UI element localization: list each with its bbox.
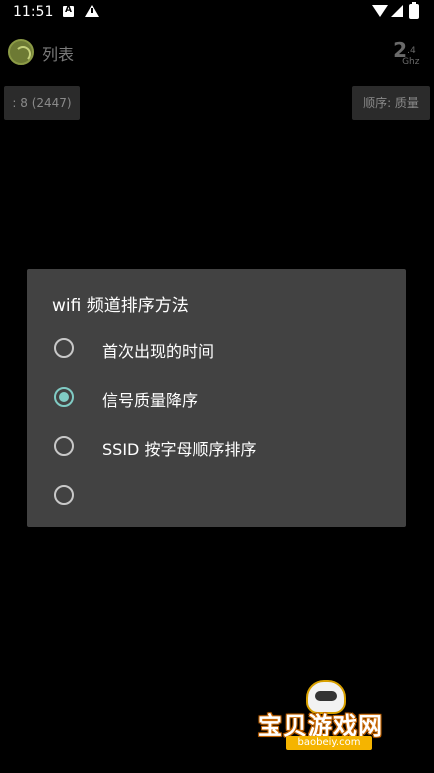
- option-label: 信号质量降序: [102, 391, 199, 410]
- band-unit: Ghz: [402, 57, 420, 67]
- watermark-url: baobeiy.com: [286, 736, 372, 750]
- band-toggle[interactable]: 2 .4 Ghz: [393, 38, 419, 67]
- a-notification-icon: A: [63, 5, 74, 17]
- band-decimal: .4: [407, 46, 416, 56]
- warning-icon-mark: [91, 8, 93, 13]
- status-time: 11:51: [13, 4, 54, 20]
- wifi-icon: [372, 5, 388, 17]
- page-title: 列表: [42, 45, 75, 64]
- option-label: 首次出现的时间: [102, 342, 215, 361]
- sort-method-dialog: wifi 频道排序方法 首次出现的时间 信号质量降序 SSID 按字母顺序排序: [27, 269, 406, 527]
- dialog-title: wifi 频道排序方法: [52, 296, 189, 316]
- network-count-button[interactable]: : 8 (2447): [4, 86, 80, 120]
- sort-order-button[interactable]: 顺序: 质量: [352, 86, 430, 120]
- battery-icon: [409, 2, 419, 19]
- option-label: SSID 按字母顺序排序: [102, 440, 257, 459]
- status-bar: 11:51 A: [0, 0, 434, 26]
- sort-option-empty[interactable]: [27, 471, 406, 520]
- sort-option-first-seen[interactable]: 首次出现的时间: [27, 324, 406, 373]
- sort-option-signal-quality[interactable]: 信号质量降序: [27, 373, 406, 422]
- radio-button[interactable]: [54, 338, 74, 358]
- watermark: 宝贝游戏网 baobeiy.com: [256, 680, 402, 760]
- signal-icon: [391, 5, 403, 17]
- radio-button[interactable]: [54, 485, 74, 505]
- radio-button-checked[interactable]: [54, 387, 74, 407]
- sort-option-ssid-alpha[interactable]: SSID 按字母顺序排序: [27, 422, 406, 471]
- radio-button[interactable]: [54, 436, 74, 456]
- app-bar: 列表 2 .4 Ghz: [0, 30, 434, 76]
- app-logo-icon[interactable]: [8, 39, 34, 65]
